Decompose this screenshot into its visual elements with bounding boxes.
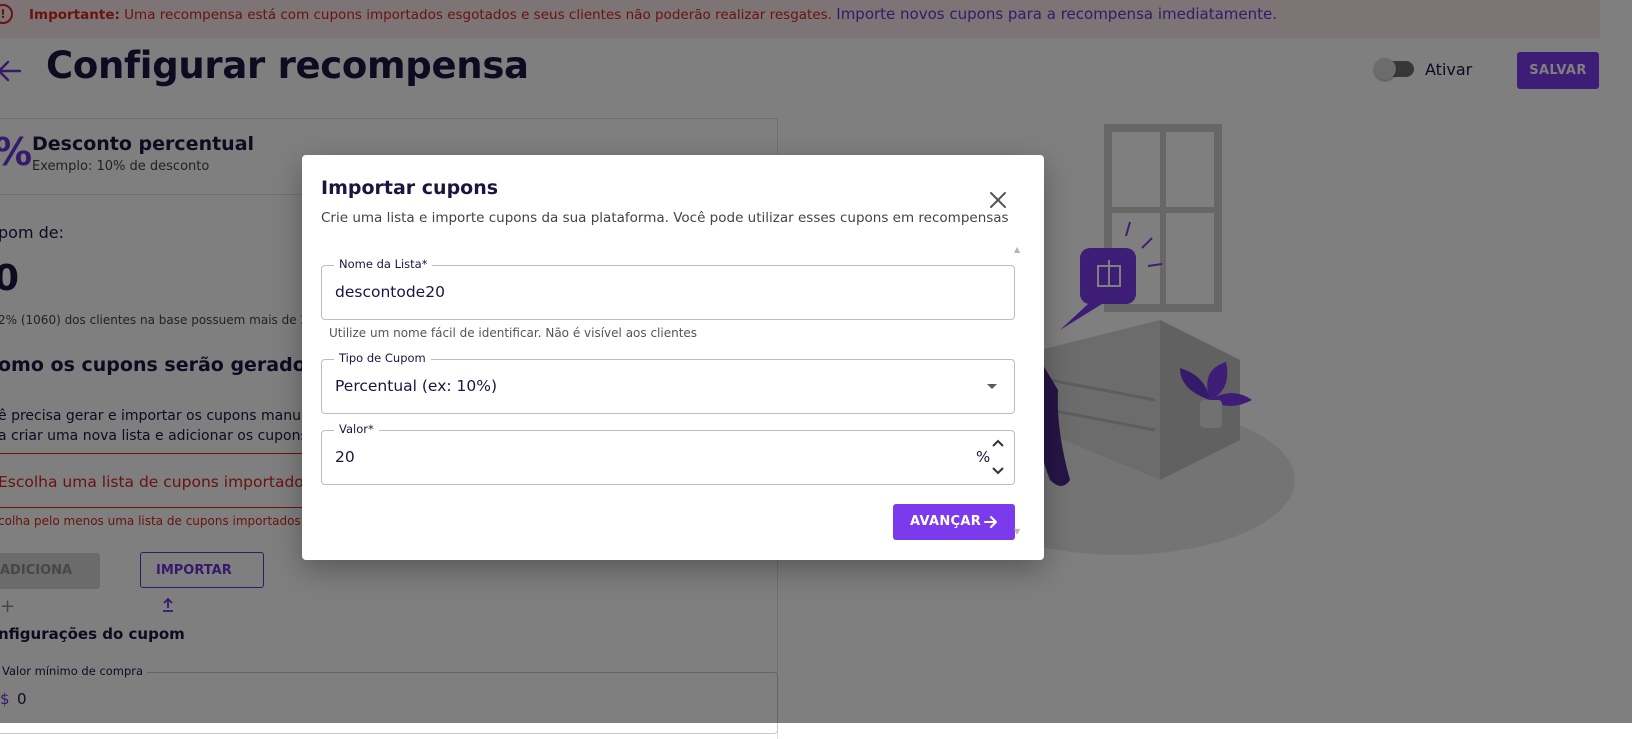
chevron-down-icon — [987, 384, 997, 389]
close-icon[interactable] — [988, 190, 1008, 210]
next-button-label: AVANÇAR — [910, 514, 982, 529]
chevron-up-icon[interactable] — [989, 435, 1007, 451]
modal-title: Importar cupons — [321, 177, 499, 199]
scroll-down-indicator[interactable]: ▼ — [1014, 527, 1020, 536]
list-name-value[interactable]: descontode20 — [335, 283, 445, 301]
value-label: Valor* — [334, 422, 379, 436]
chevron-down-icon[interactable] — [989, 463, 1007, 479]
modal-description: Crie uma lista e importe cupons da sua p… — [321, 210, 1009, 226]
coupon-type-value: Percentual (ex: 10%) — [335, 377, 498, 395]
list-name-helper: Utilize um nome fácil de identificar. Nã… — [329, 326, 698, 340]
next-button[interactable]: AVANÇAR — [893, 504, 1015, 540]
value-input[interactable]: 20 — [335, 448, 355, 466]
coupon-type-select[interactable]: Tipo de Cupom Percentual (ex: 10%) — [321, 351, 1015, 414]
import-coupons-modal: Importar cupons Crie uma lista e importe… — [302, 155, 1044, 560]
list-name-label: Nome da Lista* — [334, 257, 433, 271]
value-field[interactable]: Valor* 20 % — [321, 422, 1015, 485]
arrow-right-icon — [983, 514, 999, 530]
coupon-type-label: Tipo de Cupom — [334, 351, 431, 365]
scroll-up-indicator[interactable]: ▲ — [1014, 245, 1020, 254]
list-name-field[interactable]: Nome da Lista* descontode20 — [321, 257, 1015, 320]
